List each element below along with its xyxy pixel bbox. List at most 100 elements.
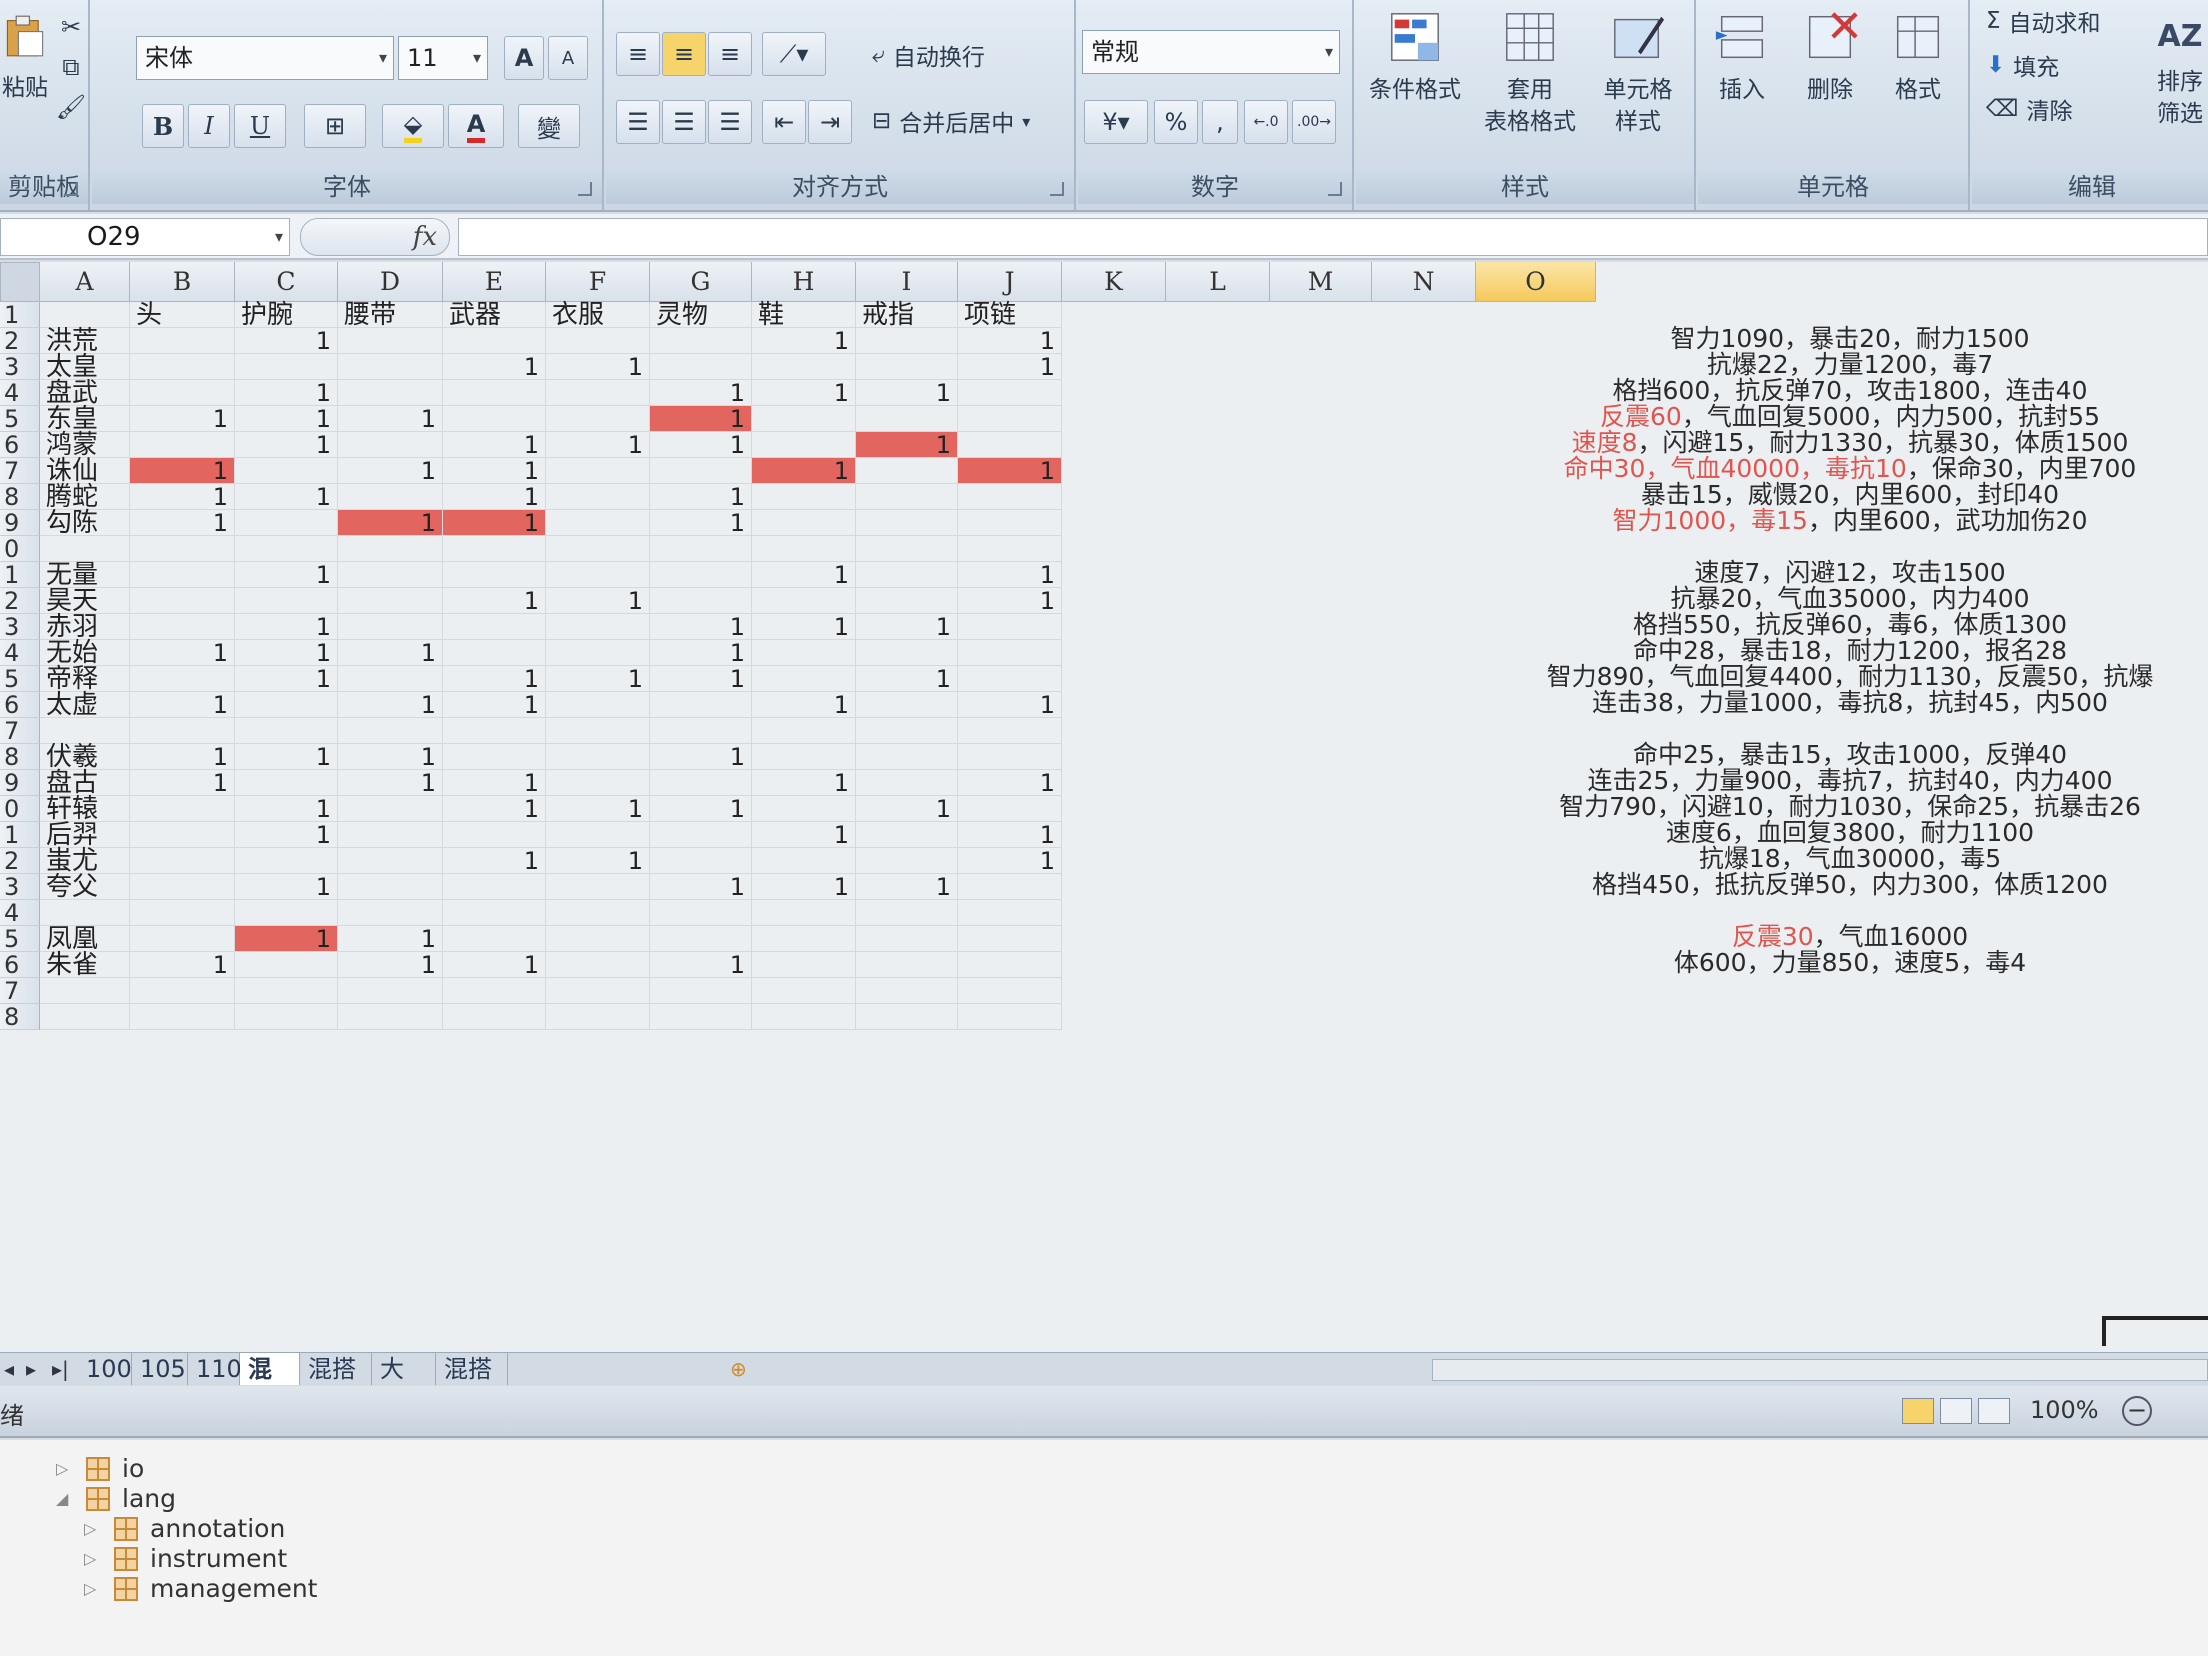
sheet-tab[interactable]: 混搭2 — [300, 1353, 372, 1415]
sort-filter-button[interactable]: AZ 排序 筛选 — [2148, 8, 2208, 130]
column-header-n[interactable]: N — [1372, 262, 1476, 302]
prev-sheet-icon[interactable]: ▸ — [26, 1357, 36, 1381]
cell-c25[interactable]: 1 — [235, 926, 338, 952]
cell-h19[interactable]: 1 — [752, 770, 856, 796]
cell-b17[interactable] — [130, 718, 235, 744]
cell-h2[interactable]: 1 — [752, 328, 856, 354]
cell-i24[interactable] — [856, 900, 958, 926]
cell-a15[interactable]: 帝释 — [40, 666, 130, 692]
cell-e10[interactable] — [443, 536, 546, 562]
row-header[interactable]: 8 — [0, 744, 40, 770]
collapsed-arrow-icon[interactable]: ▷ — [56, 1459, 74, 1478]
sheet-tab[interactable]: 混搭3 — [436, 1353, 508, 1415]
cell-j5[interactable] — [958, 406, 1062, 432]
cell-e21[interactable] — [443, 822, 546, 848]
horizontal-scrollbar[interactable] — [1432, 1359, 2208, 1381]
cell-a25[interactable]: 凤凰 — [40, 926, 130, 952]
cell-i20[interactable]: 1 — [856, 796, 958, 822]
cell-i19[interactable] — [856, 770, 958, 796]
attribute-note[interactable]: 体600，力量850，速度5，毒4 — [1500, 950, 2200, 976]
alignment-launcher-icon[interactable] — [1050, 182, 1064, 196]
cell-g3[interactable] — [650, 354, 752, 380]
cell-f27[interactable] — [546, 978, 650, 1004]
cell-j4[interactable] — [958, 380, 1062, 406]
column-header-g[interactable]: G — [650, 262, 752, 302]
cell-h6[interactable] — [752, 432, 856, 458]
cell-e9[interactable]: 1 — [443, 510, 546, 536]
insert-sheet-icon[interactable]: ⊕ — [730, 1357, 747, 1381]
cell-c7[interactable] — [235, 458, 338, 484]
column-header-e[interactable]: E — [443, 262, 546, 302]
cell-b5[interactable]: 1 — [130, 406, 235, 432]
cell-d17[interactable] — [338, 718, 443, 744]
cell-a4[interactable]: 盘武 — [40, 380, 130, 406]
cell-d1[interactable]: 腰带 — [338, 302, 443, 328]
cell-h16[interactable]: 1 — [752, 692, 856, 718]
cell-g12[interactable] — [650, 588, 752, 614]
cell-h15[interactable] — [752, 666, 856, 692]
cell-e18[interactable] — [443, 744, 546, 770]
cell-c10[interactable] — [235, 536, 338, 562]
cell-j18[interactable] — [958, 744, 1062, 770]
normal-view-icon[interactable] — [1902, 1398, 1934, 1424]
first-sheet-icon[interactable]: ◂ — [4, 1357, 14, 1381]
cell-b11[interactable] — [130, 562, 235, 588]
delete-cells-button[interactable]: 删除 — [1790, 8, 1870, 106]
cell-h13[interactable]: 1 — [752, 614, 856, 640]
cell-f24[interactable] — [546, 900, 650, 926]
cell-c5[interactable]: 1 — [235, 406, 338, 432]
cell-e25[interactable] — [443, 926, 546, 952]
cell-h8[interactable] — [752, 484, 856, 510]
cell-e4[interactable] — [443, 380, 546, 406]
zoom-out-button[interactable]: − — [2122, 1396, 2152, 1426]
cell-i22[interactable] — [856, 848, 958, 874]
increase-decimal-button[interactable]: ←.0 — [1244, 100, 1288, 144]
page-layout-view-icon[interactable] — [1940, 1398, 1972, 1424]
attribute-note[interactable]: 抗爆18，气血30000，毒5 — [1500, 846, 2200, 872]
sheet-tab[interactable]: 混搭 — [240, 1353, 300, 1415]
cell-j25[interactable] — [958, 926, 1062, 952]
cell-g19[interactable] — [650, 770, 752, 796]
cell-d16[interactable]: 1 — [338, 692, 443, 718]
conditional-format-button[interactable]: 条件格式 — [1360, 8, 1470, 106]
cell-c27[interactable] — [235, 978, 338, 1004]
cell-i21[interactable] — [856, 822, 958, 848]
cell-b21[interactable] — [130, 822, 235, 848]
cell-e11[interactable] — [443, 562, 546, 588]
cell-j26[interactable] — [958, 952, 1062, 978]
cell-i26[interactable] — [856, 952, 958, 978]
cell-h12[interactable] — [752, 588, 856, 614]
cell-c3[interactable] — [235, 354, 338, 380]
cell-f16[interactable] — [546, 692, 650, 718]
cell-f25[interactable] — [546, 926, 650, 952]
cell-f17[interactable] — [546, 718, 650, 744]
cell-e6[interactable]: 1 — [443, 432, 546, 458]
number-format-select[interactable]: 常规 ▾ — [1082, 30, 1340, 74]
last-sheet-icon[interactable]: ▸| — [52, 1357, 69, 1381]
cell-b14[interactable]: 1 — [130, 640, 235, 666]
cell-g24[interactable] — [650, 900, 752, 926]
cell-e15[interactable]: 1 — [443, 666, 546, 692]
cell-g18[interactable]: 1 — [650, 744, 752, 770]
attribute-note[interactable]: 命中30，气血40000，毒抗10，保命30，内里700 — [1500, 456, 2200, 482]
cell-a18[interactable]: 伏羲 — [40, 744, 130, 770]
collapsed-arrow-icon[interactable]: ▷ — [84, 1549, 102, 1568]
attribute-note[interactable]: 连击38，力量1000，毒抗8，抗封45，内500 — [1500, 690, 2200, 716]
cell-f6[interactable]: 1 — [546, 432, 650, 458]
tree-item[interactable]: ◢ lang — [56, 1484, 176, 1513]
cell-j24[interactable] — [958, 900, 1062, 926]
cell-h25[interactable] — [752, 926, 856, 952]
cell-j16[interactable]: 1 — [958, 692, 1062, 718]
cell-c4[interactable]: 1 — [235, 380, 338, 406]
cell-h4[interactable]: 1 — [752, 380, 856, 406]
cell-g20[interactable]: 1 — [650, 796, 752, 822]
attribute-note[interactable]: 速度6，血回复3800，耐力1100 — [1500, 820, 2200, 846]
attribute-note[interactable]: 反震60，气血回复5000，内力500，抗封55 — [1500, 404, 2200, 430]
cell-a16[interactable]: 太虚 — [40, 692, 130, 718]
italic-button[interactable]: I — [188, 104, 230, 148]
cell-f1[interactable]: 衣服 — [546, 302, 650, 328]
cell-g9[interactable]: 1 — [650, 510, 752, 536]
cell-j20[interactable] — [958, 796, 1062, 822]
cell-b10[interactable] — [130, 536, 235, 562]
align-right-button[interactable]: ☰ — [708, 100, 752, 144]
